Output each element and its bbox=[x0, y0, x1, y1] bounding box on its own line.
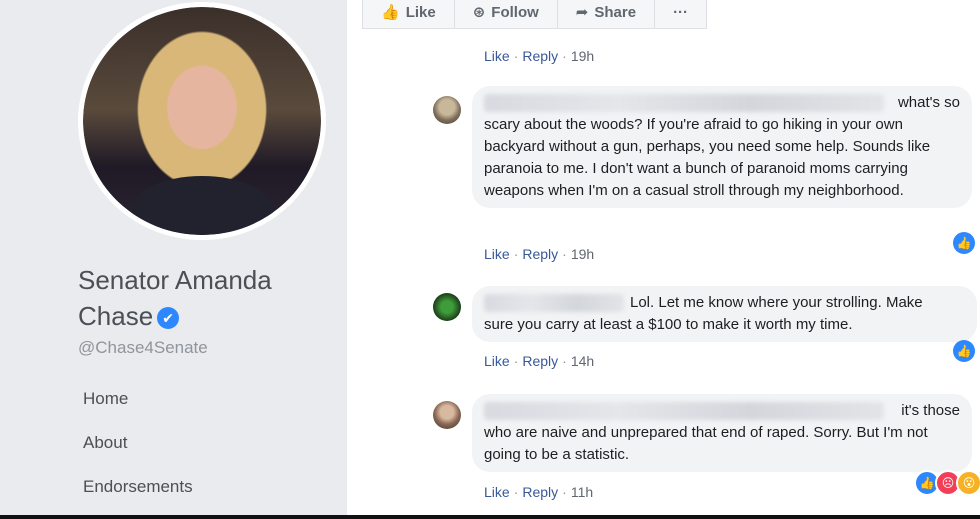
nav-item-about[interactable]: About bbox=[83, 430, 193, 474]
comment-1-text-start: what's so bbox=[897, 94, 960, 111]
like-comment-button[interactable]: Like bbox=[484, 48, 510, 64]
comment-2-text-start: Lol. Let me know where your strolling. M… bbox=[630, 294, 923, 311]
like-post-button[interactable]: 👍 Like bbox=[363, 0, 455, 28]
share-label: Share bbox=[594, 3, 637, 21]
profile-picture[interactable] bbox=[78, 2, 326, 240]
nav-item-endorsements[interactable]: Endorsements bbox=[83, 474, 193, 518]
commenter-avatar[interactable] bbox=[433, 401, 461, 429]
like-comment-button[interactable]: Like bbox=[484, 353, 510, 369]
thumbs-up-icon: 👍 bbox=[381, 4, 400, 21]
page-handle[interactable]: @Chase4Senate bbox=[78, 338, 208, 358]
follow-label: Follow bbox=[491, 3, 539, 21]
page-name[interactable]: Senator Amanda Chase ✔ bbox=[78, 262, 328, 334]
like-comment-button[interactable]: Like bbox=[484, 246, 510, 262]
comment-feed: 👍 Like ⊛ Follow ➦ Share ··· Like · Reply · 1… bbox=[347, 0, 980, 519]
comment-2-text: sure you carry at least a $100 to make i… bbox=[484, 316, 853, 333]
commenter-avatar[interactable] bbox=[433, 96, 461, 124]
redacted-name bbox=[484, 294, 624, 313]
share-icon: ➦ bbox=[575, 4, 589, 21]
comment-timestamp[interactable]: 14h bbox=[571, 353, 594, 369]
reply-comment-button[interactable]: Reply bbox=[522, 246, 558, 262]
profile-sidebar: Senator Amanda Chase ✔ @Chase4Senate Home… bbox=[0, 0, 347, 519]
post-action-bar: 👍 Like ⊛ Follow ➦ Share ··· bbox=[362, 0, 708, 29]
comment-timestamp[interactable]: 19h bbox=[571, 246, 594, 262]
redacted-name bbox=[484, 94, 884, 112]
comment-3-meta: Like · Reply · 11h bbox=[484, 484, 594, 500]
reaction-like-icon[interactable]: 👍 bbox=[953, 340, 975, 362]
profile-photo-shoulders bbox=[130, 175, 274, 235]
reply-comment-button[interactable]: Reply bbox=[522, 353, 558, 369]
page-nav: Home About Endorsements bbox=[83, 386, 193, 518]
reaction-summary[interactable]: 👍 ☹ 😮 bbox=[914, 470, 980, 496]
comment-2-meta: Like · Reply · 14h bbox=[484, 353, 595, 369]
comment-1-meta: Like · Reply · 19h bbox=[484, 246, 595, 262]
comment-bubble-2: Lol. Let me know where your strolling. M… bbox=[472, 286, 977, 342]
share-button[interactable]: ➦ Share bbox=[558, 0, 656, 28]
wow-reaction-icon: 😮 bbox=[956, 470, 980, 496]
nav-item-home[interactable]: Home bbox=[83, 386, 193, 430]
comment-timestamp[interactable]: 11h bbox=[571, 484, 593, 500]
redacted-name bbox=[484, 402, 884, 420]
verified-badge-icon: ✔ bbox=[157, 307, 180, 330]
more-options-button[interactable]: ··· bbox=[655, 0, 706, 28]
comment-3-text-start: it's those bbox=[901, 402, 960, 419]
reply-comment-button[interactable]: Reply bbox=[522, 484, 558, 500]
more-icon: ··· bbox=[673, 3, 689, 21]
like-post-label: Like bbox=[405, 3, 436, 21]
like-comment-button[interactable]: Like bbox=[484, 484, 510, 500]
follow-button[interactable]: ⊛ Follow bbox=[455, 0, 558, 28]
commenter-avatar[interactable] bbox=[433, 293, 461, 321]
comment-bubble-3: it's those who are naive and unprepared … bbox=[472, 394, 972, 472]
reaction-like-icon[interactable]: 👍 bbox=[953, 232, 975, 254]
comment-bubble-1: what's so scary about the woods? If you'… bbox=[472, 86, 972, 208]
comment-timestamp[interactable]: 19h bbox=[571, 48, 594, 64]
bottom-border bbox=[0, 515, 980, 519]
comment-3-text: who are naive and unprepared that end of… bbox=[484, 424, 928, 463]
follow-icon: ⊛ bbox=[472, 4, 486, 21]
comment-1-text: scary about the woods? If you're afraid … bbox=[484, 116, 931, 199]
reply-comment-button[interactable]: Reply bbox=[522, 48, 558, 64]
comment-0-meta: Like · Reply · 19h bbox=[484, 48, 595, 64]
